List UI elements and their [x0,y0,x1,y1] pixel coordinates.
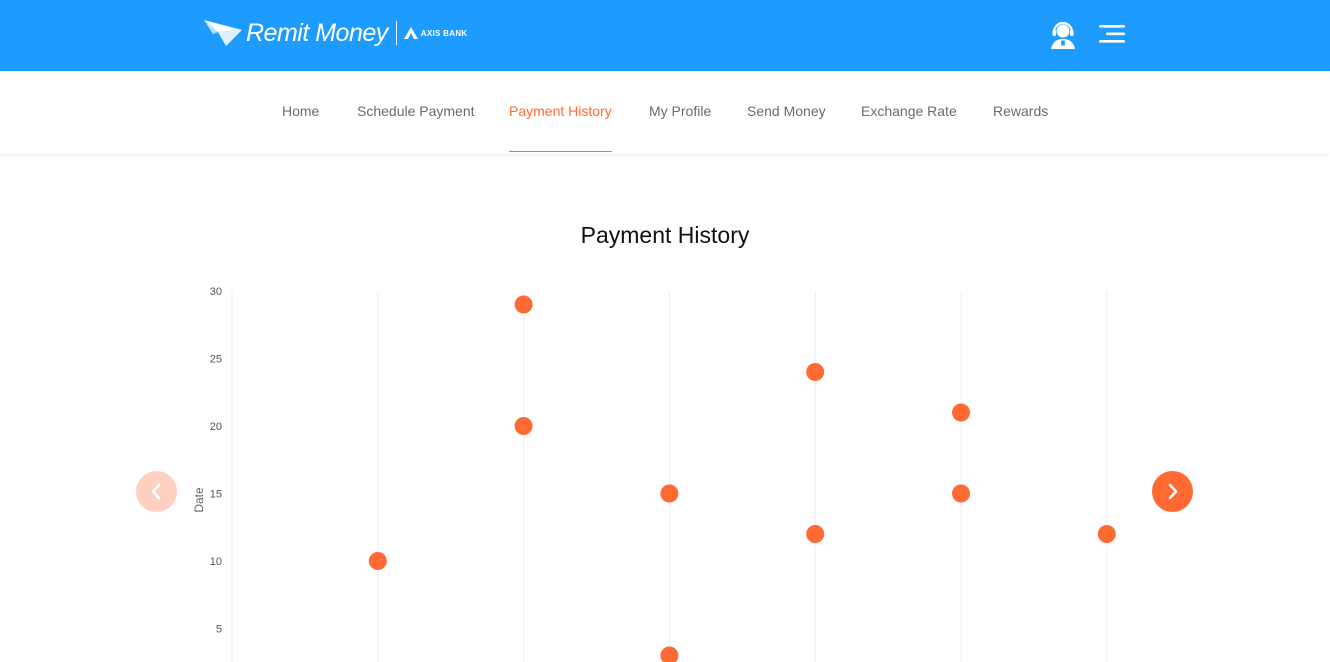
next-button[interactable] [1152,471,1193,512]
hamburger-menu-icon[interactable] [1097,23,1125,45]
data-point [514,417,533,435]
y-axis-label: Date [192,487,206,513]
nav-send-money[interactable]: Send Money [747,71,826,152]
logo-divider [395,21,397,45]
data-point [660,646,679,662]
y-tick-label: 10 [210,556,222,568]
brand-logo[interactable]: Remit Money AXIS BANK [204,17,467,49]
bank-name: AXIS BANK [420,28,468,38]
prev-button[interactable] [136,471,177,512]
nav-my-profile[interactable]: My Profile [649,71,711,152]
data-point [660,484,679,503]
paper-plane-logo-icon [204,20,242,46]
y-tick-label: 30 [210,286,222,298]
data-point [806,525,825,543]
y-tick-label: 20 [210,421,222,433]
main-nav: Home Schedule Payment Payment History My… [0,71,1330,153]
data-point [952,403,970,422]
data-point [514,295,533,314]
payment-history-chart: 5 10 15 20 25 30 Date [192,286,1116,662]
data-point [1097,525,1116,543]
nav-exchange-rate[interactable]: Exchange Rate [861,71,957,152]
data-point [368,552,387,570]
y-tick-label: 5 [216,624,222,636]
data-point [806,363,825,381]
y-tick-label: 15 [210,489,222,501]
brand-name: Remit Money [246,18,388,47]
nav-rewards[interactable]: Rewards [993,71,1048,152]
chevron-left-icon [151,483,161,500]
data-point [952,484,970,503]
axis-bank-icon [403,27,418,39]
nav-schedule-payment[interactable]: Schedule Payment [357,71,475,152]
y-tick-label: 25 [210,354,222,366]
top-header: Remit Money AXIS BANK [0,0,1330,71]
nav-payment-history[interactable]: Payment History [509,71,612,152]
nav-home[interactable]: Home [282,71,319,152]
page-title: Payment History [580,222,750,248]
bank-logo: AXIS BANK [403,27,468,39]
chevron-right-icon [1168,483,1178,500]
headset-user-icon[interactable] [1048,19,1078,49]
